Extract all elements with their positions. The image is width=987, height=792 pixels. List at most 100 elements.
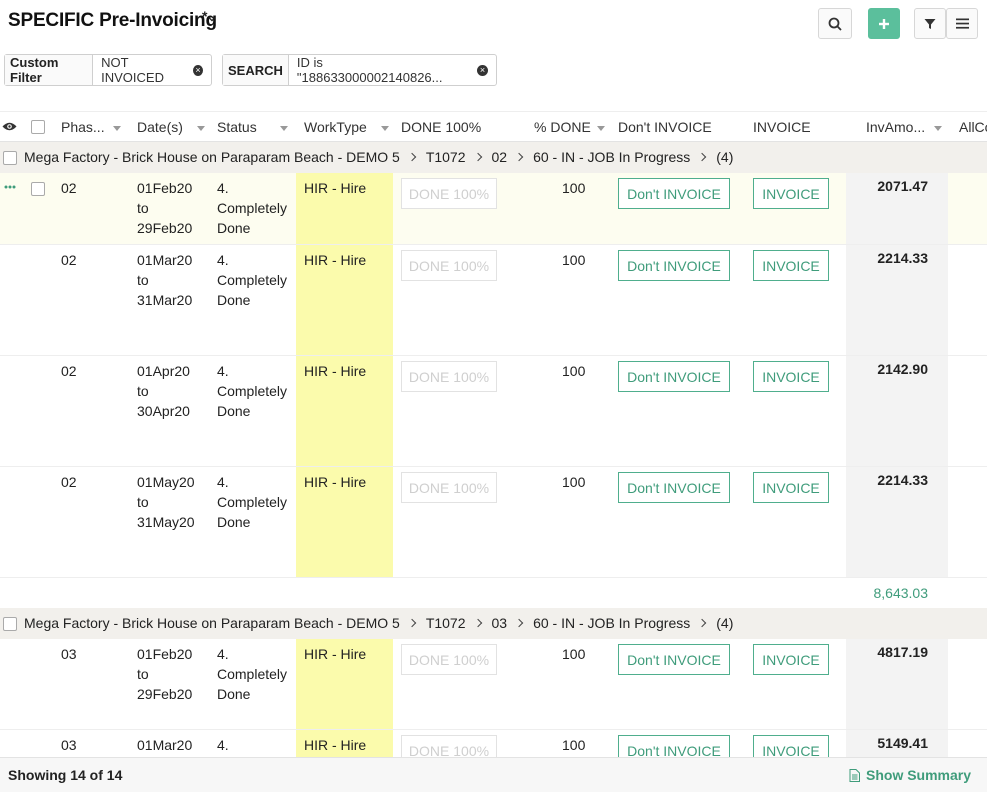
sort-caret-icon (934, 125, 943, 131)
col-worktype-label: WorkType (304, 119, 367, 135)
status-line: Done (217, 292, 251, 308)
status-line: Completely (217, 383, 288, 399)
col-pct-done-label: % DONE (534, 119, 591, 135)
worktype-cell: HIR - Hire (304, 363, 367, 379)
table-row[interactable]: 02 01Feb20 to 29Feb20 4. Completely Done HIR… (0, 173, 987, 245)
group-checkbox[interactable] (3, 151, 17, 165)
chevron-right-icon (407, 618, 417, 628)
row-actions-icon[interactable] (4, 185, 16, 189)
chevron-down-icon[interactable] (208, 15, 216, 23)
col-phase-label: Phas... (61, 119, 105, 135)
dont-invoice-button[interactable]: Don't INVOICE (618, 361, 730, 392)
group-stage: 60 - IN - JOB In Progress (533, 149, 691, 165)
phase-cell: 02 (61, 363, 77, 379)
dates-cell: 01Mar20 (137, 735, 192, 755)
table-row[interactable]: 02 01Mar20 to 31Mar20 4. Completely Done HIR… (0, 245, 987, 356)
col-inv-amount-header[interactable]: InvAmo... (866, 119, 943, 135)
status-cell: 4. Completely Done (217, 178, 287, 238)
dont-invoice-button[interactable]: Don't INVOICE (618, 472, 730, 503)
col-pct-done-header[interactable]: % DONE (534, 119, 605, 135)
status-line: Done (217, 403, 251, 419)
table-row[interactable]: 02 01Apr20 to 30Apr20 4. Completely Done HIR… (0, 356, 987, 467)
col-phase-header[interactable]: Phas... (61, 119, 121, 135)
col-worktype-header[interactable]: WorkType (304, 119, 389, 135)
clear-search-icon[interactable]: × (477, 64, 488, 76)
add-button[interactable] (868, 8, 900, 39)
done-100-button[interactable]: DONE 100% (401, 250, 497, 281)
done-100-button[interactable]: DONE 100% (401, 472, 497, 503)
table-row[interactable]: 03 01Mar20 4. HIR - Hire DONE 100% 100 D… (0, 730, 987, 757)
chevron-right-icon (473, 618, 482, 628)
date-from: 01Feb20 (137, 180, 193, 196)
dates-cell: 01May20 to 31May20 (137, 472, 195, 532)
invoice-grid: Phas... Date(s) Status WorkType DONE 100… (0, 111, 987, 757)
col-status-header[interactable]: Status (217, 119, 288, 135)
pct-done-cell: 100 (562, 252, 586, 268)
dates-cell: 01Feb20 to 29Feb20 (137, 644, 192, 704)
worktype-cell: HIR - Hire (304, 646, 367, 662)
col-dont-invoice-header[interactable]: Don't INVOICE (618, 119, 712, 135)
custom-filter-chip[interactable]: Custom Filter NOT INVOICED × (4, 54, 212, 86)
eye-icon[interactable] (2, 121, 17, 132)
select-all-checkbox[interactable] (31, 120, 45, 134)
search-filter-chip[interactable]: SEARCH ID is "188633000002140826... × (222, 54, 497, 86)
chevron-right-icon (514, 152, 524, 162)
menu-button[interactable] (946, 8, 978, 39)
invoice-button[interactable]: INVOICE (753, 250, 829, 281)
show-summary-button[interactable]: Show Summary (849, 767, 971, 783)
group-checkbox[interactable] (3, 617, 17, 631)
worktype-cell: HIR - Hire (304, 180, 367, 196)
group-header[interactable]: Mega Factory - Brick House on Paraparam … (0, 608, 987, 639)
date-to: 29Feb20 (137, 220, 193, 236)
sort-caret-icon (196, 125, 205, 131)
col-dates-header[interactable]: Date(s) (137, 119, 205, 135)
document-icon (849, 768, 860, 782)
date-to: 31May20 (137, 514, 195, 530)
date-from: 01Mar20 (137, 737, 193, 753)
invoice-button[interactable]: INVOICE (753, 178, 829, 209)
invoice-button[interactable]: INVOICE (753, 361, 829, 392)
table-row[interactable]: 03 01Feb20 to 29Feb20 4. Completely Done HIR… (0, 639, 987, 730)
done-100-button[interactable]: DONE 100% (401, 644, 497, 675)
pct-done-cell: 100 (562, 474, 586, 490)
hamburger-icon (955, 18, 969, 29)
group-header[interactable]: Mega Factory - Brick House on Paraparam … (0, 142, 987, 173)
status-cell: 4. Completely Done (217, 250, 287, 310)
col-allc-header[interactable]: AllCo (959, 119, 987, 135)
done-100-button[interactable]: DONE 100% (401, 735, 497, 757)
row-count: Showing 14 of 14 (8, 767, 123, 783)
search-filter-label: SEARCH (223, 55, 289, 85)
invoice-button[interactable]: INVOICE (753, 735, 829, 757)
group-subtotal-row: 8,643.03 (0, 578, 987, 610)
col-done100-header[interactable]: DONE 100% (401, 119, 481, 135)
dont-invoice-button[interactable]: Don't INVOICE (618, 250, 730, 281)
inv-amount-cell: 4817.19 (877, 644, 928, 660)
date-to-word: to (137, 383, 149, 399)
invoice-button[interactable]: INVOICE (753, 472, 829, 503)
top-bar: SPECIFIC Pre-Invoicing * (0, 0, 987, 46)
filter-button[interactable] (914, 8, 946, 39)
sort-caret-icon (380, 125, 389, 131)
search-button[interactable] (818, 8, 852, 39)
worktype-cell: HIR - Hire (304, 474, 367, 490)
date-to: 31Mar20 (137, 292, 193, 308)
group-job: T1072 (425, 149, 466, 165)
status-cell: 4. (217, 735, 229, 755)
dont-invoice-button[interactable]: Don't INVOICE (618, 644, 730, 675)
status-line: Done (217, 686, 251, 702)
clear-filter-icon[interactable]: × (192, 64, 203, 76)
date-from: 01Feb20 (137, 646, 193, 662)
row-checkbox[interactable] (31, 182, 45, 196)
dates-cell: 01Apr20 to 30Apr20 (137, 361, 190, 421)
group-phase: 02 (491, 149, 508, 165)
dont-invoice-button[interactable]: Don't INVOICE (618, 735, 730, 757)
custom-filter-value: NOT INVOICED (101, 55, 164, 85)
dont-invoice-button[interactable]: Don't INVOICE (618, 178, 730, 209)
done-100-button[interactable]: DONE 100% (401, 178, 497, 209)
invoice-button[interactable]: INVOICE (753, 644, 829, 675)
col-invoice-header[interactable]: INVOICE (753, 119, 811, 135)
done-100-button[interactable]: DONE 100% (401, 361, 497, 392)
search-filter-value: ID is "188633000002140826... (296, 55, 443, 85)
plus-icon (879, 18, 889, 29)
table-row[interactable]: 02 01May20 to 31May20 4. Completely Done HIR… (0, 467, 987, 578)
